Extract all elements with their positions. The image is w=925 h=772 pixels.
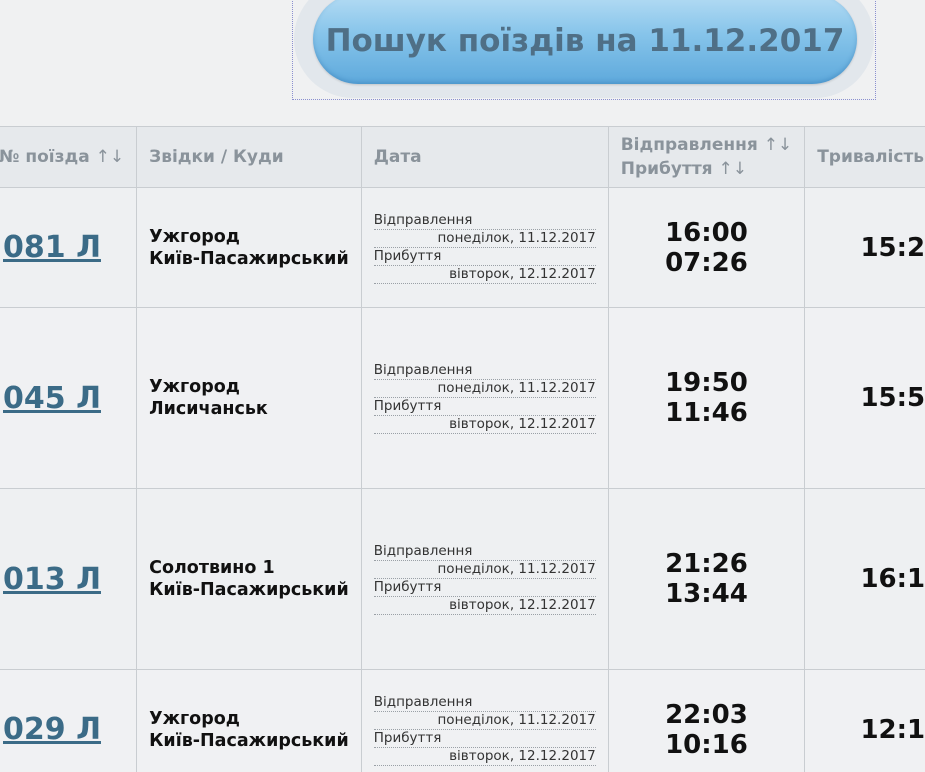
train-number-cell: 081 Л bbox=[0, 187, 138, 308]
header-train-number-label: № поїзда bbox=[0, 147, 90, 167]
sort-arrows-icon[interactable]: ↑↓ bbox=[96, 147, 125, 167]
train-number-cell: 013 Л bbox=[0, 488, 138, 670]
arrival-time: 07:26 bbox=[665, 247, 748, 278]
arrival-time: 11:46 bbox=[665, 398, 748, 428]
table-row: 013 Л Солотвино 1 Київ-Пасажирський Відп… bbox=[0, 488, 925, 670]
table-row: 081 Л Ужгород Київ-Пасажирський Відправл… bbox=[0, 187, 925, 308]
header-duration-label: Тривалість bbox=[817, 147, 925, 167]
header-route: Звідки / Куди bbox=[136, 126, 362, 188]
times-cell: 22:03 10:16 bbox=[607, 669, 806, 772]
route-cell: Ужгород Київ-Пасажирський bbox=[136, 187, 362, 308]
duration-value: 15:26 bbox=[860, 232, 925, 263]
header-times[interactable]: Відправлення ↑↓ Прибуття ↑↓ bbox=[607, 126, 806, 188]
header-departure-label: Відправлення bbox=[620, 135, 758, 155]
route-from: Ужгород bbox=[149, 377, 240, 397]
train-number-link[interactable]: 029 Л bbox=[3, 712, 136, 747]
duration-cell: 15:26 bbox=[804, 187, 925, 308]
arrival-time: 10:16 bbox=[665, 729, 748, 760]
arrival-date: вівторок, 12.12.2017 bbox=[373, 748, 596, 766]
departure-date: понеділок, 11.12.2017 bbox=[373, 380, 596, 398]
duration-value: 12:13 bbox=[860, 714, 925, 745]
duration-cell: 12:13 bbox=[804, 669, 925, 772]
sort-arrows-icon[interactable]: ↑↓ bbox=[764, 135, 793, 155]
header-train-number[interactable]: № поїзда ↑↓ bbox=[0, 126, 138, 188]
route-cell: Солотвино 1 Київ-Пасажирський bbox=[136, 488, 362, 670]
train-number-link[interactable]: 045 Л bbox=[3, 381, 136, 416]
times-cell: 19:50 11:46 bbox=[607, 307, 806, 489]
route-to: Київ-Пасажирський bbox=[149, 248, 349, 269]
arrival-time: 13:44 bbox=[665, 579, 748, 609]
arrival-date-label: Прибуття bbox=[373, 730, 596, 748]
route-cell: Ужгород Лисичанськ bbox=[136, 307, 362, 489]
arrival-date-label: Прибуття bbox=[373, 398, 596, 416]
header-arrival-label: Прибуття bbox=[620, 159, 713, 179]
arrival-date-label: Прибуття bbox=[373, 579, 596, 597]
route-from: Солотвино 1 bbox=[149, 558, 275, 578]
route-from: Ужгород bbox=[149, 226, 240, 247]
header-route-label: Звідки / Куди bbox=[149, 147, 284, 167]
train-number-link[interactable]: 081 Л bbox=[3, 230, 136, 265]
date-cell: Відправлення понеділок, 11.12.2017 Прибу… bbox=[360, 187, 609, 308]
duration-cell: 15:56 bbox=[804, 307, 925, 489]
times-cell: 16:00 07:26 bbox=[607, 187, 806, 308]
header-date: Дата bbox=[360, 126, 609, 188]
sort-arrows-icon[interactable]: ↑↓ bbox=[719, 159, 748, 179]
departure-date-label: Відправлення bbox=[373, 694, 596, 712]
table-row: 029 Л Ужгород Київ-Пасажирський Відправл… bbox=[0, 669, 925, 772]
date-cell: Відправлення понеділок, 11.12.2017 Прибу… bbox=[360, 307, 609, 489]
duration-value: 16:18 bbox=[860, 564, 925, 594]
departure-date-label: Відправлення bbox=[373, 212, 596, 230]
trains-table: № поїзда ↑↓ Звідки / Куди Дата Відправле… bbox=[0, 126, 925, 772]
search-trains-button-label: Пошук поїздів на 11.12.2017 bbox=[325, 23, 845, 59]
route-to: Київ-Пасажирський bbox=[149, 730, 349, 751]
departure-date-label: Відправлення bbox=[373, 362, 596, 380]
arrival-date-label: Прибуття bbox=[373, 248, 596, 266]
route-to: Лисичанськ bbox=[149, 399, 268, 419]
table-row: 045 Л Ужгород Лисичанськ Відправлення по… bbox=[0, 307, 925, 489]
page: Пошук поїздів на 11.12.2017 № поїзда ↑↓ … bbox=[0, 0, 925, 772]
departure-date-label: Відправлення bbox=[373, 543, 596, 561]
date-cell: Відправлення понеділок, 11.12.2017 Прибу… bbox=[360, 669, 609, 772]
train-number-cell: 029 Л bbox=[0, 669, 138, 772]
route-cell: Ужгород Київ-Пасажирський bbox=[136, 669, 362, 772]
route-to: Київ-Пасажирський bbox=[149, 580, 349, 600]
train-number-cell: 045 Л bbox=[0, 307, 138, 489]
departure-time: 22:03 bbox=[665, 699, 748, 730]
departure-date: понеділок, 11.12.2017 bbox=[373, 712, 596, 730]
search-trains-button[interactable]: Пошук поїздів на 11.12.2017 bbox=[313, 0, 857, 84]
header-date-label: Дата bbox=[373, 147, 422, 167]
duration-cell: 16:18 bbox=[804, 488, 925, 670]
arrival-date: вівторок, 12.12.2017 bbox=[373, 266, 596, 284]
date-cell: Відправлення понеділок, 11.12.2017 Прибу… bbox=[360, 488, 609, 670]
departure-time: 16:00 bbox=[665, 217, 748, 248]
arrival-date: вівторок, 12.12.2017 bbox=[373, 416, 596, 434]
departure-date: понеділок, 11.12.2017 bbox=[373, 230, 596, 248]
departure-time: 19:50 bbox=[665, 368, 748, 398]
duration-value: 15:56 bbox=[860, 383, 925, 413]
table-header-row: № поїзда ↑↓ Звідки / Куди Дата Відправле… bbox=[0, 126, 925, 188]
arrival-date: вівторок, 12.12.2017 bbox=[373, 597, 596, 615]
train-number-link[interactable]: 013 Л bbox=[3, 562, 136, 597]
departure-date: понеділок, 11.12.2017 bbox=[373, 561, 596, 579]
route-from: Ужгород bbox=[149, 708, 240, 729]
departure-time: 21:26 bbox=[665, 549, 748, 579]
header-duration[interactable]: Тривалість ↑↓ bbox=[804, 126, 925, 188]
times-cell: 21:26 13:44 bbox=[607, 488, 806, 670]
